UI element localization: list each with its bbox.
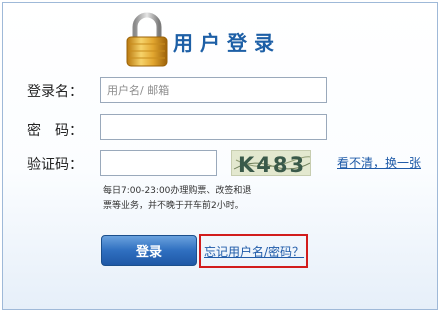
login-panel: 用户登录 登录名： 密 码： 验证码： K483 看不清，换一张 每日7:00-… bbox=[2, 2, 438, 310]
username-input[interactable] bbox=[100, 77, 327, 103]
note-line-1: 每日7:00-23:00办理购票、改签和退 bbox=[103, 186, 252, 196]
captcha-input[interactable] bbox=[100, 150, 217, 176]
login-button[interactable]: 登录 bbox=[101, 235, 197, 266]
note-line-2: 票等业务，并不晚于开车前2小时。 bbox=[103, 201, 244, 211]
login-header: 用户登录 bbox=[123, 11, 323, 69]
page-title: 用户登录 bbox=[173, 31, 281, 55]
service-hours-note: 每日7:00-23:00办理购票、改签和退 票等业务，并不晚于开车前2小时。 bbox=[103, 184, 303, 214]
captcha-label: 验证码： bbox=[27, 157, 83, 173]
captcha-text: K483 bbox=[238, 153, 306, 176]
forgot-password-link[interactable]: 忘记用户名/密码？ bbox=[204, 243, 304, 260]
captcha-image[interactable]: K483 bbox=[231, 150, 311, 176]
password-label: 密 码： bbox=[27, 123, 83, 139]
captcha-graphic: K483 bbox=[233, 153, 310, 176]
lock-icon bbox=[126, 12, 168, 67]
password-input[interactable] bbox=[100, 114, 327, 140]
refresh-captcha-link[interactable]: 看不清，换一张 bbox=[337, 154, 421, 171]
username-label: 登录名： bbox=[27, 84, 83, 100]
